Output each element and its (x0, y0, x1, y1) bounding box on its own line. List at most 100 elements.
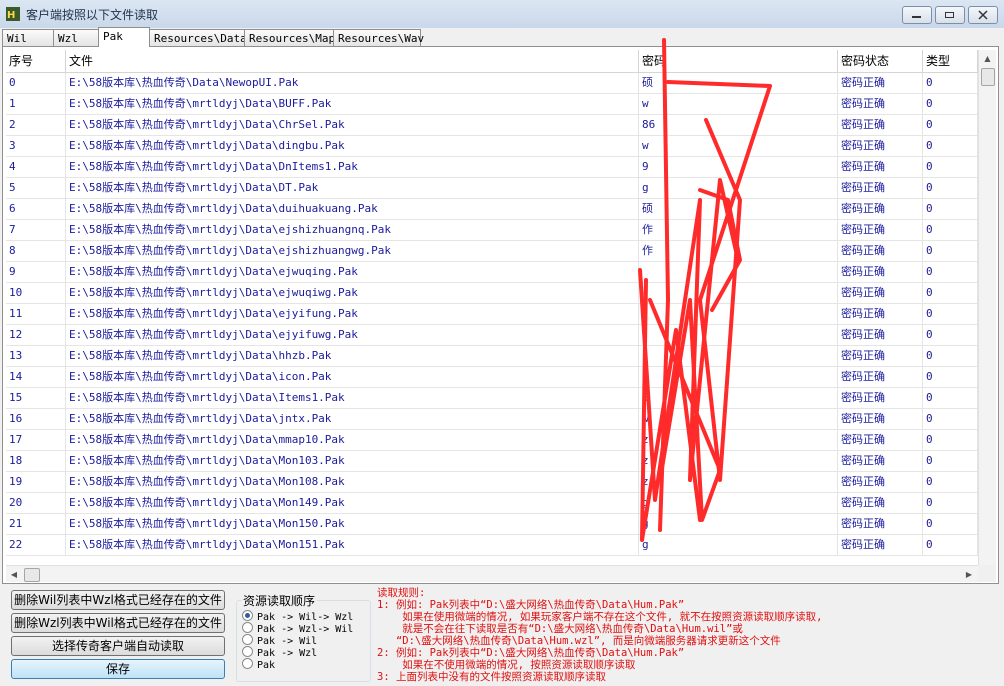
row-index: 14 (6, 367, 66, 388)
tab-wil[interactable]: Wil (2, 29, 54, 46)
radio-selected-icon[interactable] (242, 610, 253, 621)
row-password: 86 (639, 115, 838, 136)
table-row[interactable]: 21 E:\58版本库\热血传奇\mrtldyj\Data\Mon150.Pak g… (6, 514, 978, 535)
table-row[interactable]: 2 E:\58版本库\热血传奇\mrtldyj\Data\ChrSel.Pak 86… (6, 115, 978, 136)
tab-resources-data[interactable]: Resources\Data (149, 29, 247, 46)
table-row[interactable]: 20 E:\58版本库\热血传奇\mrtldyj\Data\Mon149.Pak g… (6, 493, 978, 514)
row-type: 0 (923, 73, 978, 94)
row-status: 密码正确 (838, 115, 923, 136)
row-password: 作 (639, 241, 838, 262)
table-row[interactable]: 11 E:\58版本库\热血传奇\mrtldyj\Data\ejyifung.Pa… (6, 304, 978, 325)
table-row[interactable]: 8 E:\58版本库\热血传奇\mrtldyj\Data\ejshizhuangw… (6, 241, 978, 262)
auto-read-client-button[interactable]: 选择传奇客户端自动读取 (11, 636, 225, 656)
window-title: 客户端按照以下文件读取 (26, 8, 159, 22)
column-password[interactable]: 密码 (639, 50, 838, 72)
scroll-up-icon[interactable]: ▲ (979, 50, 996, 67)
row-password: 硕 (639, 199, 838, 220)
row-password: 9 (639, 388, 838, 409)
tab-resources-map[interactable]: Resources\Map (244, 29, 335, 46)
column-index[interactable]: 序号 (6, 50, 66, 72)
delete-wzl-duplicates-button[interactable]: 删除Wzl列表中Wil格式已经存在的文件 (11, 613, 225, 633)
table-row[interactable]: 22 E:\58版本库\热血传奇\mrtldyj\Data\Mon151.Pak g… (6, 535, 978, 556)
table-row[interactable]: 6 E:\58版本库\热血传奇\mrtldyj\Data\duihuakuang.… (6, 199, 978, 220)
row-password: w (639, 94, 838, 115)
horizontal-scroll-thumb[interactable] (24, 568, 40, 582)
radio-icon[interactable] (242, 634, 253, 645)
row-index: 10 (6, 283, 66, 304)
vertical-scroll-thumb[interactable] (981, 68, 995, 86)
table-row[interactable]: 17 E:\58版本库\热血传奇\mrtldyj\Data\mmap10.Pak z… (6, 430, 978, 451)
vertical-scrollbar[interactable]: ▲ (978, 50, 996, 565)
row-password: z (639, 451, 838, 472)
row-type: 0 (923, 262, 978, 283)
radio-icon[interactable] (242, 658, 253, 669)
row-status: 密码正确 (838, 220, 923, 241)
title-bar: H 客户端按照以下文件读取 (0, 0, 1004, 28)
row-status: 密码正确 (838, 73, 923, 94)
table-row[interactable]: 10 E:\58版本库\热血传奇\mrtldyj\Data\ejwuqiwg.Pa… (6, 283, 978, 304)
tab-resources-wav[interactable]: Resources\Wav (333, 29, 424, 46)
table-row[interactable]: 18 E:\58版本库\热血传奇\mrtldyj\Data\Mon103.Pak z… (6, 451, 978, 472)
scroll-right-icon[interactable]: ▶ (961, 566, 977, 582)
row-type: 0 (923, 493, 978, 514)
row-type: 0 (923, 115, 978, 136)
scroll-left-icon[interactable]: ◀ (6, 566, 22, 582)
row-password: z (639, 472, 838, 493)
row-type: 0 (923, 388, 978, 409)
table-row[interactable]: 13 E:\58版本库\热血传奇\mrtldyj\Data\hhzb.Pak 密码正… (6, 346, 978, 367)
row-index: 3 (6, 136, 66, 157)
table-row[interactable]: 3 E:\58版本库\热血传奇\mrtldyj\Data\dingbu.Pak w 密… (6, 136, 978, 157)
row-password (639, 367, 838, 388)
read-order-option-5[interactable]: Pak (242, 658, 275, 671)
read-order-option-1[interactable]: Pak -> Wil-> Wzl (242, 610, 353, 623)
table-row[interactable]: 15 E:\58版本库\热血传奇\mrtldyj\Data\Items1.Pak 9… (6, 388, 978, 409)
maximize-button[interactable] (935, 6, 965, 24)
column-type[interactable]: 类型 (923, 50, 978, 72)
table-row[interactable]: 14 E:\58版本库\热血传奇\mrtldyj\Data\icon.Pak 密码正… (6, 367, 978, 388)
table-row[interactable]: 1 E:\58版本库\热血传奇\mrtldyj\Data\BUFF.Pak w 密码正… (6, 94, 978, 115)
table-row[interactable]: 0 E:\58版本库\热血传奇\Data\NewopUI.Pak 硕密码正确 0 (6, 73, 978, 94)
radio-icon[interactable] (242, 646, 253, 657)
file-list[interactable]: 序号 文件 密码 密码状态 类型 0 E:\58版本库\热血传奇\Data\New… (6, 50, 996, 582)
radio-icon[interactable] (242, 622, 253, 633)
table-row[interactable]: 16 E:\58版本库\热血传奇\mrtldyj\Data\jntx.Pak w 密码… (6, 409, 978, 430)
row-type: 0 (923, 325, 978, 346)
row-file: E:\58版本库\热血传奇\mrtldyj\Data\hhzb.Pak (66, 346, 639, 367)
row-file: E:\58版本库\热血传奇\mrtldyj\Data\Mon150.Pak (66, 514, 639, 535)
table-row[interactable]: 9 E:\58版本库\热血传奇\mrtldyj\Data\ejwuqing.Pak… (6, 262, 978, 283)
table-row[interactable]: 19 E:\58版本库\热血传奇\mrtldyj\Data\Mon108.Pak z… (6, 472, 978, 493)
delete-wil-duplicates-button[interactable]: 删除Wil列表中Wzl格式已经存在的文件 (11, 590, 225, 610)
read-order-option-3[interactable]: Pak -> Wil (242, 634, 317, 647)
save-button[interactable]: 保存 (11, 659, 225, 679)
close-button[interactable] (968, 6, 998, 24)
tab-pak[interactable]: Pak (98, 27, 150, 47)
tab-wzl[interactable]: Wzl (53, 29, 99, 46)
row-type: 0 (923, 178, 978, 199)
row-status: 密码正确 (838, 430, 923, 451)
row-file: E:\58版本库\热血传奇\mrtldyj\Data\Items1.Pak (66, 388, 639, 409)
horizontal-scrollbar[interactable]: ◀ ▶ (6, 565, 978, 582)
table-row[interactable]: 7 E:\58版本库\热血传奇\mrtldyj\Data\ejshizhuangn… (6, 220, 978, 241)
minimize-button[interactable] (902, 6, 932, 24)
row-password: 9 (639, 157, 838, 178)
column-password-status[interactable]: 密码状态 (838, 50, 923, 72)
row-index: 15 (6, 388, 66, 409)
row-file: E:\58版本库\热血传奇\mrtldyj\Data\Mon108.Pak (66, 472, 639, 493)
read-order-option-2[interactable]: Pak -> Wzl-> Wil (242, 622, 353, 635)
row-index: 18 (6, 451, 66, 472)
column-file[interactable]: 文件 (66, 50, 639, 72)
row-file: E:\58版本库\热血传奇\mrtldyj\Data\ejwuqing.Pak (66, 262, 639, 283)
table-row[interactable]: 12 E:\58版本库\热血传奇\mrtldyj\Data\ejyifuwg.Pa… (6, 325, 978, 346)
table-row[interactable]: 5 E:\58版本库\热血传奇\mrtldyj\Data\DT.Pak g 密码正确 0 (6, 178, 978, 199)
read-order-option-4[interactable]: Pak -> Wzl (242, 646, 317, 659)
tab-bar: Wil Wzl Pak Resources\Data Resources\Map… (2, 27, 1002, 47)
row-status: 密码正确 (838, 136, 923, 157)
row-status: 密码正确 (838, 535, 923, 556)
row-type: 0 (923, 136, 978, 157)
row-index: 7 (6, 220, 66, 241)
row-status: 密码正确 (838, 409, 923, 430)
row-index: 22 (6, 535, 66, 556)
row-status: 密码正确 (838, 346, 923, 367)
row-type: 0 (923, 409, 978, 430)
table-row[interactable]: 4 E:\58版本库\热血传奇\mrtldyj\Data\DnItems1.Pak… (6, 157, 978, 178)
